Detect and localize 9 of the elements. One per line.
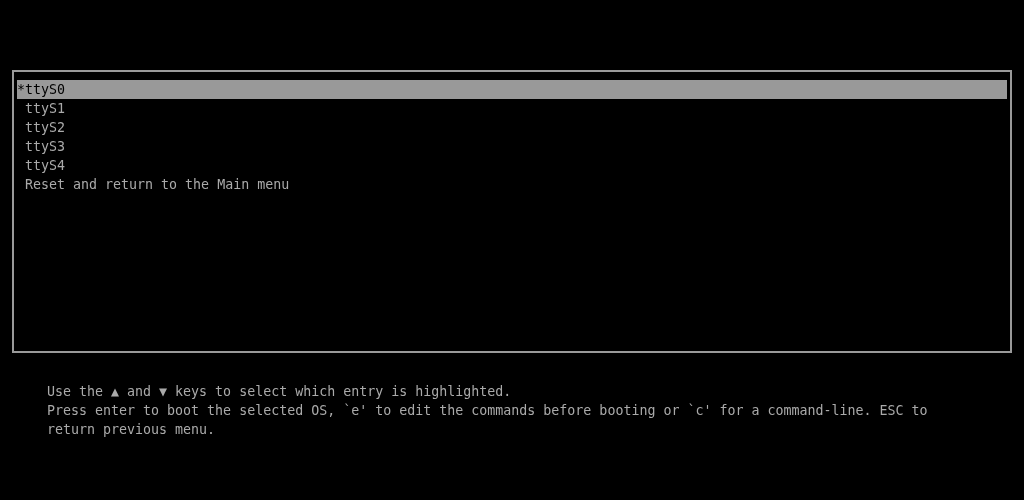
menu-entry[interactable]: ttyS2	[17, 118, 1007, 137]
menu-entry[interactable]: ttyS4	[17, 156, 1007, 175]
menu-entry[interactable]: *ttyS0	[17, 80, 1007, 99]
help-text: return previous menu.	[47, 421, 217, 439]
menu-entry[interactable]: Reset and return to the Main menu	[17, 175, 1007, 194]
help-text: Use the ▲ and ▼ keys to select which entry is highlighted.	[47, 383, 513, 401]
menu-entry[interactable]: ttyS3	[17, 137, 1007, 156]
help-text: Press enter to boot the selected OS, `e' to edit the commands before booting or `c' for a command-line. ESC to	[47, 402, 929, 420]
menu-entry[interactable]: ttyS1	[17, 99, 1007, 118]
